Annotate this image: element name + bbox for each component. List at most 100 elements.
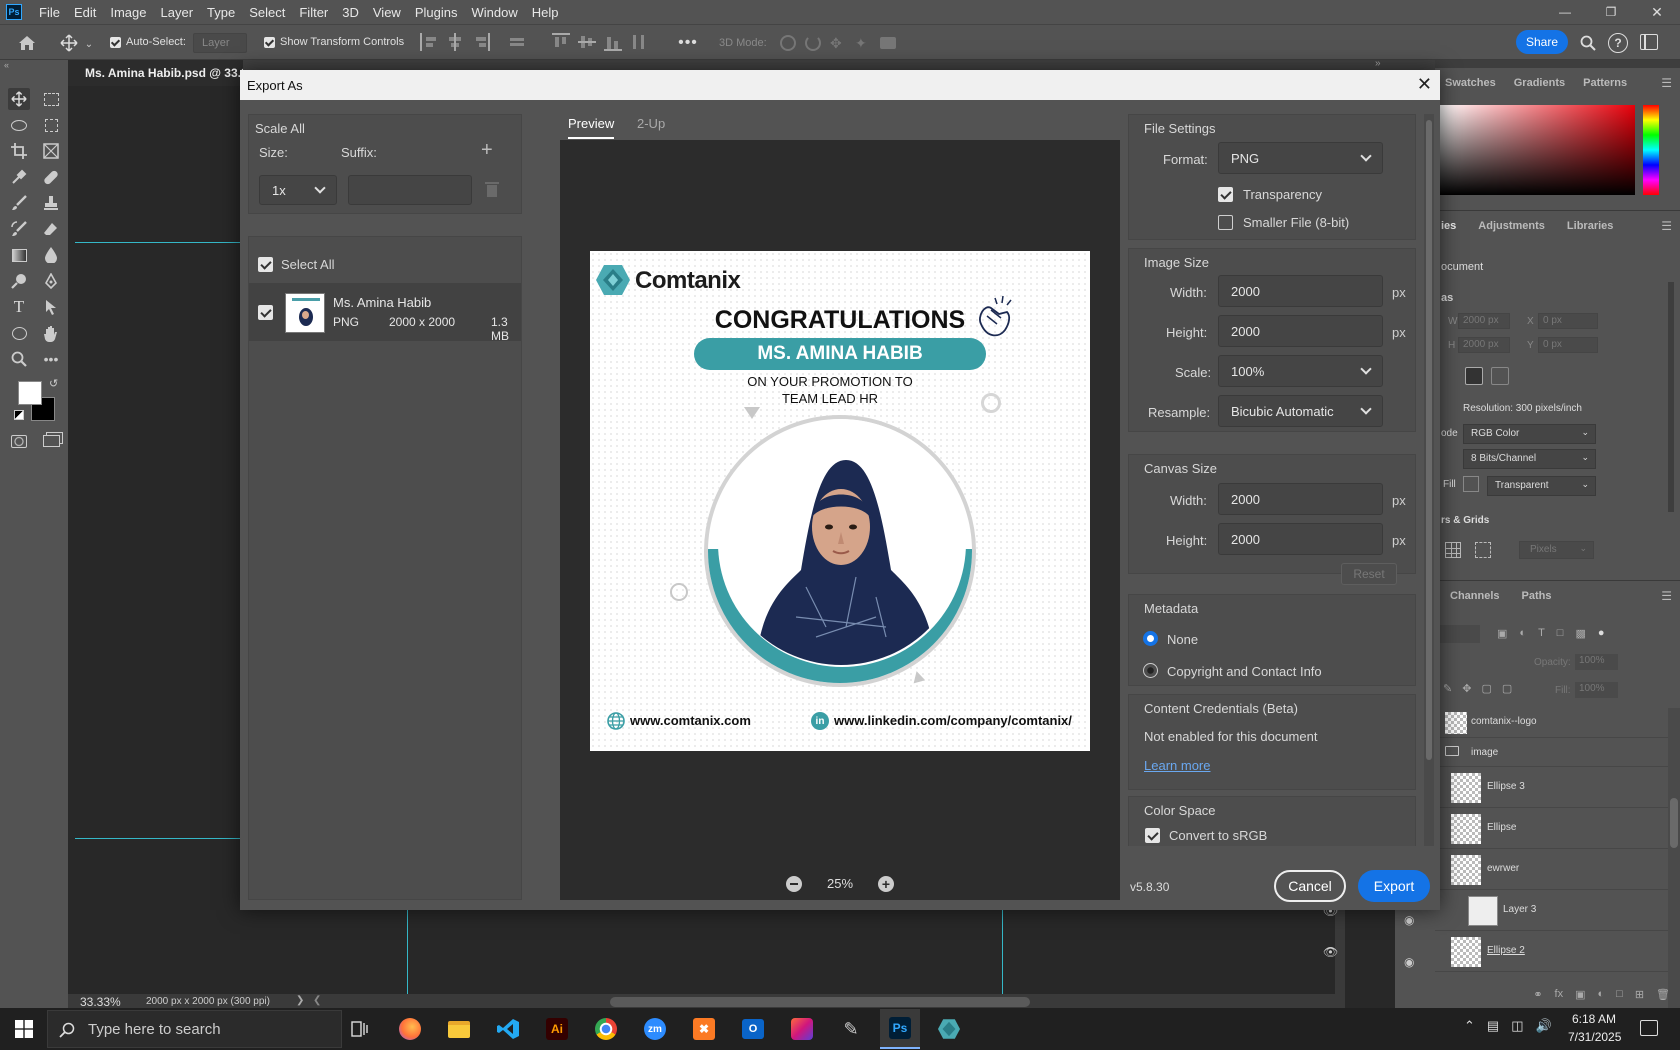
pen-tool-icon[interactable]	[40, 270, 62, 292]
lock-artboard-icon[interactable]: ▢	[1481, 682, 1491, 695]
minimize-icon[interactable]: —	[1542, 5, 1588, 19]
zoom-app-icon[interactable]: zm	[635, 1009, 675, 1049]
select-all-checkbox[interactable]	[258, 257, 273, 272]
move-tool-icon[interactable]	[8, 88, 30, 110]
lasso-tool-icon[interactable]	[8, 114, 30, 136]
fx-icon[interactable]: fx	[1555, 988, 1564, 1008]
file-explorer-icon[interactable]	[439, 1009, 479, 1049]
scale-select[interactable]: 100%	[1218, 355, 1383, 387]
lock-position-icon[interactable]: ✥	[1462, 682, 1471, 695]
height-input[interactable]: 2000	[1218, 315, 1383, 347]
quick-mask-icon[interactable]	[8, 430, 30, 452]
move-tool-icon[interactable]	[58, 32, 80, 54]
opacity-field[interactable]: 100%	[1575, 654, 1618, 670]
ellipse-tool-icon[interactable]	[8, 322, 30, 344]
vscode-icon[interactable]	[488, 1009, 528, 1049]
layer-fill-field[interactable]: 100%	[1575, 682, 1618, 698]
delete-layer-icon[interactable]: 🗑	[1656, 988, 1670, 1008]
creative-cloud-icon[interactable]	[782, 1009, 822, 1049]
x-field[interactable]: 0 px	[1538, 313, 1598, 329]
canvas-width-input[interactable]: 2000	[1218, 483, 1383, 515]
zoom-in-button[interactable]: +	[878, 876, 894, 892]
layer-row[interactable]: image	[1435, 739, 1668, 767]
filter-smart-icon[interactable]: ▩	[1575, 627, 1585, 640]
metadata-none-radio[interactable]	[1143, 631, 1158, 646]
link-layers-icon[interactable]: ⚭	[1533, 988, 1542, 1008]
task-view-icon[interactable]	[340, 1009, 380, 1049]
illustrator-icon[interactable]: Ai	[537, 1009, 577, 1049]
panel-menu-icon[interactable]: ☰	[1661, 219, 1672, 233]
layers-scrollbar[interactable]	[1668, 708, 1680, 1008]
reset-button[interactable]: Reset	[1341, 563, 1397, 585]
zoom-out-button[interactable]	[786, 876, 802, 892]
layer-row[interactable]: Ellipse 3	[1435, 768, 1668, 808]
chrome-icon[interactable]	[586, 1009, 626, 1049]
align-right-icon[interactable]	[472, 33, 490, 51]
screen-mode-icon[interactable]	[40, 430, 62, 452]
menu-type[interactable]: Type	[200, 5, 242, 20]
home-icon[interactable]	[16, 32, 38, 54]
layer-row[interactable]: 👁 Ellipse 2	[1323, 932, 1668, 972]
landscape-icon[interactable]	[1491, 367, 1509, 385]
asset-row[interactable]: Ms. Amina Habib PNG 2000 x 2000 1.3 MB	[249, 283, 521, 343]
healing-brush-icon[interactable]	[40, 166, 62, 188]
panel-menu-icon[interactable]: ☰	[1661, 76, 1672, 90]
metadata-copyright-radio[interactable]	[1143, 663, 1158, 678]
convert-srgb-checkbox[interactable]	[1145, 828, 1160, 843]
portrait-icon[interactable]	[1465, 367, 1483, 385]
align-top-icon[interactable]	[552, 33, 570, 51]
tray-chevron-icon[interactable]: ⌃	[1464, 1018, 1475, 1034]
comtanix-app-icon[interactable]	[929, 1009, 969, 1049]
canvas-scrollbar-h[interactable]	[610, 997, 1030, 1007]
scroll-left-icon[interactable]: ❮	[313, 995, 321, 1006]
align-center-icon[interactable]	[446, 33, 464, 51]
visibility-eye-icon[interactable]: ◉	[1404, 913, 1414, 927]
roll-3d-icon[interactable]	[805, 35, 821, 51]
hand-tool-icon[interactable]	[40, 322, 62, 344]
windows-start-icon[interactable]	[4, 1009, 44, 1049]
tab-paths[interactable]: Paths	[1522, 590, 1552, 602]
menu-3d[interactable]: 3D	[335, 5, 366, 20]
width-input[interactable]: 2000	[1218, 275, 1383, 307]
zoom-tool-icon[interactable]	[8, 348, 30, 370]
frame-tool-icon[interactable]	[40, 140, 62, 162]
export-button[interactable]: Export	[1358, 870, 1430, 902]
layer-row[interactable]: ewrwer	[1435, 850, 1668, 890]
asset-checkbox[interactable]	[258, 305, 273, 320]
menu-filter[interactable]: Filter	[292, 5, 335, 20]
firefox-icon[interactable]	[390, 1009, 430, 1049]
slide-3d-icon[interactable]: ✦	[855, 35, 871, 51]
settings-scrollbar[interactable]	[1424, 114, 1434, 846]
pixel-grid-icon[interactable]	[1475, 542, 1491, 558]
outlook-icon[interactable]: O	[733, 1009, 773, 1049]
delete-scale-icon[interactable]	[485, 181, 499, 197]
menu-help[interactable]: Help	[525, 5, 566, 20]
pan-3d-icon[interactable]: ✥	[830, 35, 846, 51]
grid-icon[interactable]	[1445, 542, 1461, 558]
brush-tool-icon[interactable]	[8, 192, 30, 214]
tab-patterns[interactable]: Patterns	[1583, 77, 1627, 89]
add-scale-icon[interactable]: +	[481, 139, 493, 162]
default-colors-icon[interactable]	[14, 410, 24, 420]
layer-row[interactable]: comtanix--logo	[1435, 708, 1668, 738]
size-select[interactable]: 1x	[259, 175, 337, 205]
tab-libraries[interactable]: Libraries	[1567, 220, 1613, 232]
type-tool-icon[interactable]: T	[8, 296, 30, 318]
align-middle-icon[interactable]	[578, 33, 596, 51]
visibility-eye-icon[interactable]: ◉	[1404, 955, 1414, 969]
distribute-icon[interactable]	[508, 33, 526, 51]
menu-edit[interactable]: Edit	[67, 5, 103, 20]
tab-gradients[interactable]: Gradients	[1514, 77, 1565, 89]
tab-adjustments[interactable]: Adjustments	[1478, 220, 1545, 232]
filter-adjust-icon[interactable]: ◐	[1519, 627, 1526, 640]
new-group-icon[interactable]: □	[1616, 988, 1623, 1008]
eraser-tool-icon[interactable]	[40, 218, 62, 240]
filter-type-icon[interactable]: T	[1538, 627, 1545, 640]
tab-2up[interactable]: 2-Up	[637, 116, 665, 131]
orbit-3d-icon[interactable]	[780, 35, 796, 51]
menu-view[interactable]: View	[366, 5, 408, 20]
dialog-close-icon[interactable]: ✕	[1417, 74, 1432, 95]
crop-tool-icon[interactable]	[8, 140, 30, 162]
properties-scrollbar[interactable]	[1668, 282, 1674, 512]
xampp-icon[interactable]: ✖	[684, 1009, 724, 1049]
